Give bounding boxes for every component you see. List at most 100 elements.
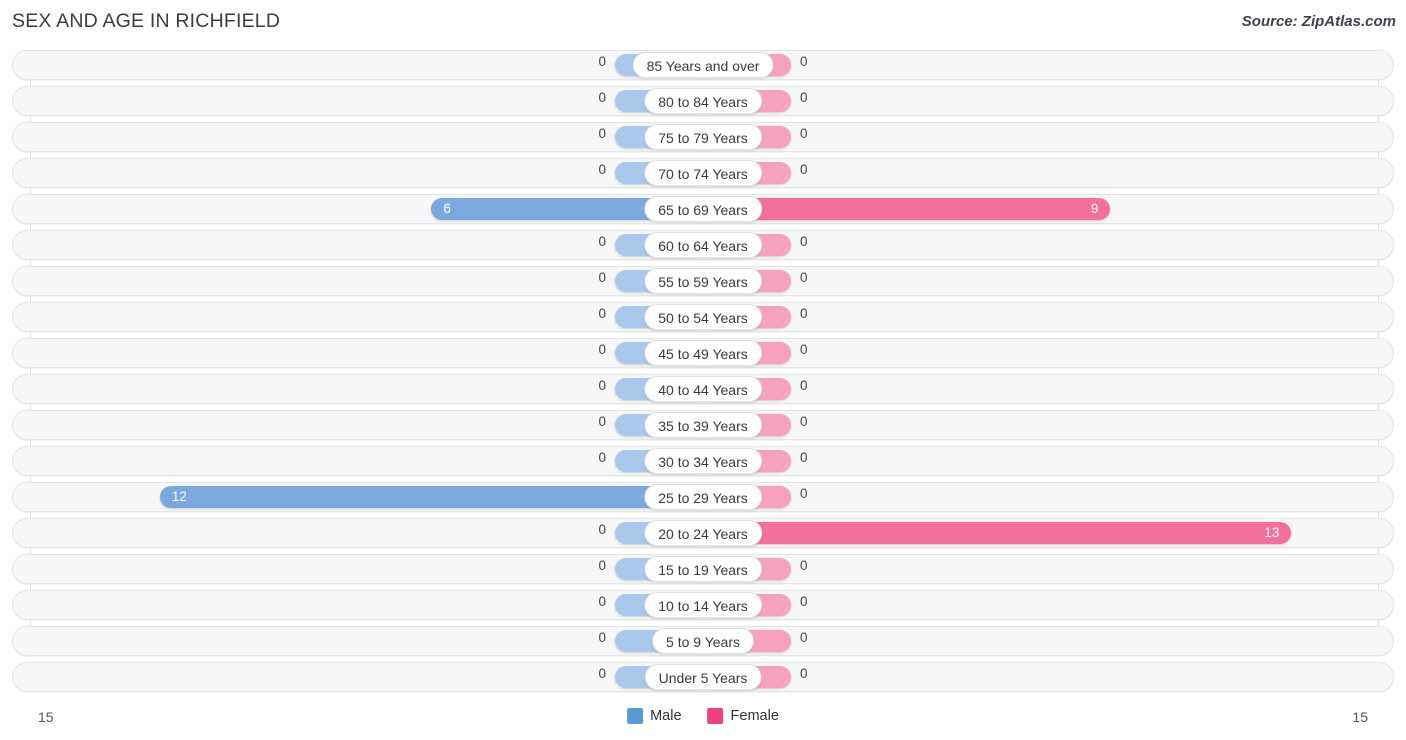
table-row: 0 0 30 to 34 Years — [12, 446, 1394, 476]
male-value-label: 0 — [598, 306, 606, 321]
male-half: 0 — [13, 339, 703, 367]
female-value-label: 0 — [800, 666, 808, 681]
female-half: 0 — [703, 627, 1393, 655]
male-value-label: 0 — [598, 630, 606, 645]
female-value-label: 9 — [1090, 201, 1099, 216]
age-group-label: 45 to 49 Years — [644, 340, 762, 366]
age-group-label: 80 to 84 Years — [644, 88, 762, 114]
male-bar[interactable]: 12 — [159, 486, 703, 508]
age-group-label: 35 to 39 Years — [644, 412, 762, 438]
age-group-label: 55 to 59 Years — [644, 268, 762, 294]
legend-swatch-female-icon — [707, 708, 724, 724]
age-group-label: 40 to 44 Years — [644, 376, 762, 402]
male-half: 0 — [13, 663, 703, 691]
legend-swatch-male-icon — [627, 708, 644, 724]
female-half: 13 — [703, 519, 1393, 547]
male-value-label: 12 — [171, 489, 187, 504]
female-half: 0 — [703, 267, 1393, 295]
age-group-label: 60 to 64 Years — [644, 232, 762, 258]
age-group-label: 65 to 69 Years — [644, 196, 762, 222]
female-value-label: 0 — [800, 54, 808, 69]
table-row: 0 0 80 to 84 Years — [12, 86, 1394, 116]
age-group-label: 25 to 29 Years — [644, 484, 762, 510]
female-half: 0 — [703, 483, 1393, 511]
legend-label-male: Male — [650, 708, 682, 724]
male-half: 0 — [13, 267, 703, 295]
table-row: 0 0 5 to 9 Years — [12, 626, 1394, 656]
page-title: SEX AND AGE IN RICHFIELD — [12, 10, 281, 32]
female-half: 0 — [703, 51, 1393, 79]
male-half: 0 — [13, 51, 703, 79]
male-value-label: 0 — [598, 666, 606, 681]
age-group-label: 5 to 9 Years — [652, 628, 754, 654]
axis-tick-left-max: 15 — [38, 709, 54, 725]
female-value-label: 0 — [800, 126, 808, 141]
male-value-label: 0 — [598, 54, 606, 69]
table-row: 12 0 25 to 29 Years — [12, 482, 1394, 512]
female-value-label: 0 — [800, 306, 808, 321]
female-half: 0 — [703, 87, 1393, 115]
chart-header: SEX AND AGE IN RICHFIELD Source: ZipAtla… — [0, 0, 1406, 46]
legend-label-female: Female — [730, 708, 779, 724]
table-row: 0 0 Under 5 Years — [12, 662, 1394, 692]
male-half: 0 — [13, 303, 703, 331]
female-half: 0 — [703, 447, 1393, 475]
female-half: 0 — [703, 159, 1393, 187]
female-value-label: 0 — [800, 90, 808, 105]
male-value-label: 0 — [598, 378, 606, 393]
female-value-label: 0 — [800, 342, 808, 357]
male-value-label: 0 — [598, 558, 606, 573]
male-half: 0 — [13, 555, 703, 583]
female-half: 0 — [703, 591, 1393, 619]
female-half: 0 — [703, 411, 1393, 439]
table-row: 0 0 35 to 39 Years — [12, 410, 1394, 440]
male-value-label: 0 — [598, 126, 606, 141]
table-row: 0 0 45 to 49 Years — [12, 338, 1394, 368]
female-half: 0 — [703, 339, 1393, 367]
female-half: 0 — [703, 231, 1393, 259]
male-half: 0 — [13, 411, 703, 439]
female-bar[interactable]: 13 — [703, 522, 1292, 544]
male-half: 0 — [13, 447, 703, 475]
table-row: 6 9 65 to 69 Years — [12, 194, 1394, 224]
table-row: 0 0 70 to 74 Years — [12, 158, 1394, 188]
age-group-label: 70 to 74 Years — [644, 160, 762, 186]
female-value-label: 13 — [1264, 525, 1280, 540]
source-attribution: Source: ZipAtlas.com — [1241, 13, 1396, 30]
male-value-label: 0 — [598, 342, 606, 357]
female-value-label: 0 — [800, 558, 808, 573]
pyramid-plot-area: 0 0 85 Years and over 0 0 80 to 84 Years 0 0 75 … — [0, 46, 1406, 701]
legend-item-female[interactable]: Female — [707, 708, 779, 724]
chart-legend: Male Female — [627, 708, 779, 724]
male-value-label: 0 — [598, 162, 606, 177]
male-value-label: 0 — [598, 594, 606, 609]
male-half: 0 — [13, 519, 703, 547]
female-bar[interactable]: 9 — [703, 198, 1111, 220]
male-half: 0 — [13, 591, 703, 619]
male-half: 0 — [13, 231, 703, 259]
female-value-label: 0 — [800, 450, 808, 465]
legend-item-male[interactable]: Male — [627, 708, 682, 724]
male-half: 0 — [13, 627, 703, 655]
female-value-label: 0 — [800, 486, 808, 501]
axis-tick-right-max: 15 — [1352, 709, 1368, 725]
age-group-label: Under 5 Years — [644, 664, 762, 690]
female-value-label: 0 — [800, 270, 808, 285]
male-value-label: 6 — [443, 201, 451, 216]
female-half: 0 — [703, 375, 1393, 403]
table-row: 0 0 50 to 54 Years — [12, 302, 1394, 332]
female-value-label: 0 — [800, 414, 808, 429]
male-value-label: 0 — [598, 450, 606, 465]
female-value-label: 0 — [800, 630, 808, 645]
male-value-label: 0 — [598, 90, 606, 105]
table-row: 0 0 85 Years and over — [12, 50, 1394, 80]
table-row: 0 0 15 to 19 Years — [12, 554, 1394, 584]
female-half: 9 — [703, 195, 1393, 223]
female-half: 0 — [703, 123, 1393, 151]
chart-footer: 15 15 Male Female — [0, 701, 1406, 740]
age-group-label: 15 to 19 Years — [644, 556, 762, 582]
female-value-label: 0 — [800, 234, 808, 249]
male-half: 0 — [13, 123, 703, 151]
female-half: 0 — [703, 303, 1393, 331]
age-group-label: 30 to 34 Years — [644, 448, 762, 474]
